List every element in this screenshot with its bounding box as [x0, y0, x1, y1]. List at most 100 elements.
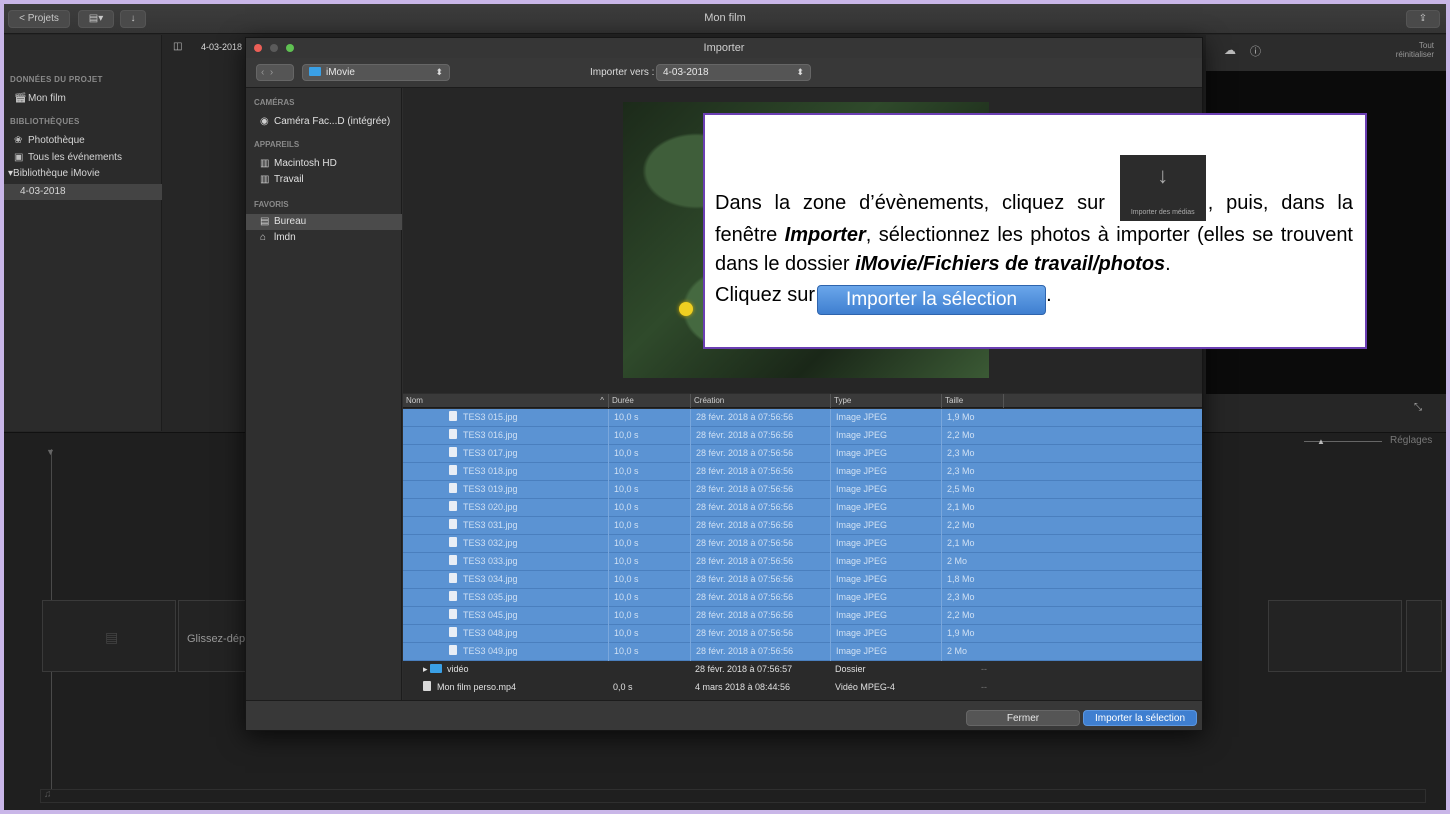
cell-created: 28 févr. 2018 à 07:56:56	[690, 607, 830, 625]
column-header-created[interactable]: Création	[690, 394, 830, 408]
cell-text: 1,8 Mo	[947, 574, 975, 584]
import-to-popup[interactable]: 4-03-2018 ⬍	[656, 64, 811, 81]
table-row[interactable]: Mon film perso.mp4 0,0 s 4 mars 2018 à 08:…	[403, 679, 1202, 697]
column-header-type[interactable]: Type	[830, 394, 941, 408]
table-row[interactable]: TES3 016.jpg 10,0 s 28 févr. 2018 à 07:56:…	[403, 427, 1202, 445]
cell-size: 1,9 Mo	[941, 409, 1003, 427]
cell-name: TES3 032.jpg	[403, 535, 608, 553]
close-button[interactable]: Fermer	[966, 710, 1080, 726]
cell-text: 2,3 Mo	[947, 466, 975, 476]
table-row[interactable]: TES3 018.jpg 10,0 s 28 févr. 2018 à 07:56:…	[403, 463, 1202, 481]
cell-text: 10,0 s	[614, 430, 639, 440]
cell-name: Mon film perso.mp4	[403, 679, 608, 697]
cell-duration: 10,0 s	[608, 607, 690, 625]
table-row[interactable]: TES3 017.jpg 10,0 s 28 févr. 2018 à 07:56:…	[403, 445, 1202, 463]
zoom-window-icon[interactable]	[286, 44, 294, 52]
cell-text: 2,2 Mo	[947, 610, 975, 620]
minimize-window-icon[interactable]	[270, 44, 278, 52]
table-row[interactable]: TES3 032.jpg 10,0 s 28 févr. 2018 à 07:56:…	[403, 535, 1202, 553]
library-item-imovie[interactable]: ▾Bibliothèque iMovie	[8, 168, 100, 179]
column-header-size[interactable]: Taille	[941, 394, 1003, 408]
cell-name: TES3 015.jpg	[403, 409, 608, 427]
cell-text: TES3 034.jpg	[463, 574, 518, 584]
library-item-all-events[interactable]: ▣ Tous les événements	[14, 152, 122, 163]
table-row[interactable]: TES3 019.jpg 10,0 s 28 févr. 2018 à 07:56:…	[403, 481, 1202, 499]
cell-duration: 0,0 s	[608, 679, 690, 697]
color-icon[interactable]: ☁	[1224, 43, 1236, 57]
cell-name: TES3 049.jpg	[403, 643, 608, 661]
table-row[interactable]: TES3 031.jpg 10,0 s 28 févr. 2018 à 07:56:…	[403, 517, 1202, 535]
table-row[interactable]: TES3 020.jpg 10,0 s 28 févr. 2018 à 07:56:…	[403, 499, 1202, 517]
reset-all-button[interactable]: Tout réinitialiser	[1356, 41, 1434, 59]
table-row[interactable]: TES3 035.jpg 10,0 s 28 févr. 2018 à 07:56:…	[403, 589, 1202, 607]
cell-text: 10,0 s	[614, 466, 639, 476]
cell-type: Image JPEG	[830, 463, 941, 481]
file-icon	[449, 645, 457, 655]
table-row[interactable]: TES3 015.jpg 10,0 s 28 févr. 2018 à 07:56:…	[403, 409, 1202, 427]
table-row[interactable]: ▸ vidéo 28 févr. 2018 à 07:56:57 Dossier --	[403, 661, 1202, 679]
table-row[interactable]: TES3 045.jpg 10,0 s 28 févr. 2018 à 07:56:…	[403, 607, 1202, 625]
cell-size: 2,1 Mo	[941, 535, 1003, 553]
settings-label[interactable]: Réglages	[1390, 435, 1432, 446]
info-icon[interactable]: ⓘ	[1250, 43, 1261, 59]
cell-name: TES3 031.jpg	[403, 517, 608, 535]
cell-text: TES3 032.jpg	[463, 538, 518, 548]
import-selection-button[interactable]: Importer la sélection	[1083, 710, 1197, 726]
cell-created: 28 févr. 2018 à 07:56:56	[690, 589, 830, 607]
cell-text: TES3 045.jpg	[463, 610, 518, 620]
close-window-icon[interactable]	[254, 44, 262, 52]
cell-text: 2,2 Mo	[947, 520, 975, 530]
cell-type: Image JPEG	[830, 427, 941, 445]
sidebar-item-travail[interactable]: ▥ Travail	[246, 172, 402, 188]
sidebar-toggle-icon[interactable]: ◫	[173, 41, 182, 52]
column-header-name[interactable]: Nom ^	[403, 394, 608, 408]
cell-duration: 10,0 s	[608, 571, 690, 589]
cell-created: 4 mars 2018 à 08:44:56	[690, 679, 830, 697]
sidebar-item-macintosh-hd[interactable]: ▥ Macintosh HD	[246, 156, 402, 172]
cell-created: 28 févr. 2018 à 07:56:56	[690, 427, 830, 445]
cell-created: 28 févr. 2018 à 07:56:56	[690, 409, 830, 427]
fullscreen-icon[interactable]: ⤡	[1414, 402, 1422, 413]
cell-name: ▸ vidéo	[403, 661, 608, 679]
table-row[interactable]: TES3 033.jpg 10,0 s 28 févr. 2018 à 07:56:…	[403, 553, 1202, 571]
cell-text: TES3 019.jpg	[463, 484, 518, 494]
disclosure-triangle-icon[interactable]: ▸	[423, 664, 430, 674]
popup-arrows-icon: ⬍	[435, 67, 443, 77]
cell-text: TES3 035.jpg	[463, 592, 518, 602]
cell-text: 10,0 s	[614, 646, 639, 656]
viewer-toolbar: ☁ ⓘ Tout réinitialiser	[1206, 35, 1446, 71]
share-icon[interactable]: ⇪	[1406, 10, 1440, 28]
cell-text: 2,2 Mo	[947, 430, 975, 440]
sidebar-item-bureau[interactable]: ▤ Bureau	[246, 214, 402, 230]
cell-text: Image JPEG	[836, 430, 888, 440]
dialog-sidebar: CAMÉRAS ◉ Caméra Fac...D (intégrée) APPAR…	[246, 88, 402, 700]
placeholder-clip	[1406, 600, 1442, 672]
cell-text: 2,5 Mo	[947, 484, 975, 494]
source-popup[interactable]: iMovie ⬍	[302, 64, 450, 81]
table-row[interactable]: TES3 049.jpg 10,0 s 28 févr. 2018 à 07:56:…	[403, 643, 1202, 661]
sidebar-item-home[interactable]: ⌂ lmdn	[246, 230, 402, 246]
window-title: Mon film	[704, 12, 746, 24]
project-item[interactable]: 🎬︎Mon film	[14, 93, 66, 104]
zoom-slider[interactable]	[1304, 441, 1382, 442]
cell-text: TES3 031.jpg	[463, 520, 518, 530]
table-row[interactable]: TES3 034.jpg 10,0 s 28 févr. 2018 à 07:56:…	[403, 571, 1202, 589]
cell-text: Image JPEG	[836, 412, 888, 422]
playhead-icon[interactable]: ▼	[46, 447, 55, 457]
drop-hint-text: Glissez-dép	[187, 633, 246, 645]
table-row[interactable]: TES3 048.jpg 10,0 s 28 févr. 2018 à 07:56:…	[403, 625, 1202, 643]
file-table: Nom ^ Durée Création Type Taille TES3 015…	[403, 394, 1202, 700]
library-item-photos[interactable]: ❀ Photothèque	[14, 135, 85, 146]
zoom-slider-knob[interactable]: ▲	[1317, 437, 1325, 446]
popup-arrows-icon: ⬍	[796, 67, 804, 77]
sidebar-item-camera[interactable]: ◉ Caméra Fac...D (intégrée)	[246, 114, 402, 130]
library-item-event[interactable]: 4-03-2018	[20, 186, 66, 197]
event-label: 4-03-2018	[201, 42, 243, 52]
cell-size: 2,2 Mo	[941, 427, 1003, 445]
column-header-duration[interactable]: Durée	[608, 394, 690, 408]
back-forward-buttons[interactable]: ‹ ›	[256, 64, 294, 81]
cell-text: 28 févr. 2018 à 07:56:56	[696, 502, 794, 512]
placeholder-clip	[1268, 600, 1402, 672]
cell-type: Image JPEG	[830, 445, 941, 463]
file-icon	[449, 519, 457, 529]
